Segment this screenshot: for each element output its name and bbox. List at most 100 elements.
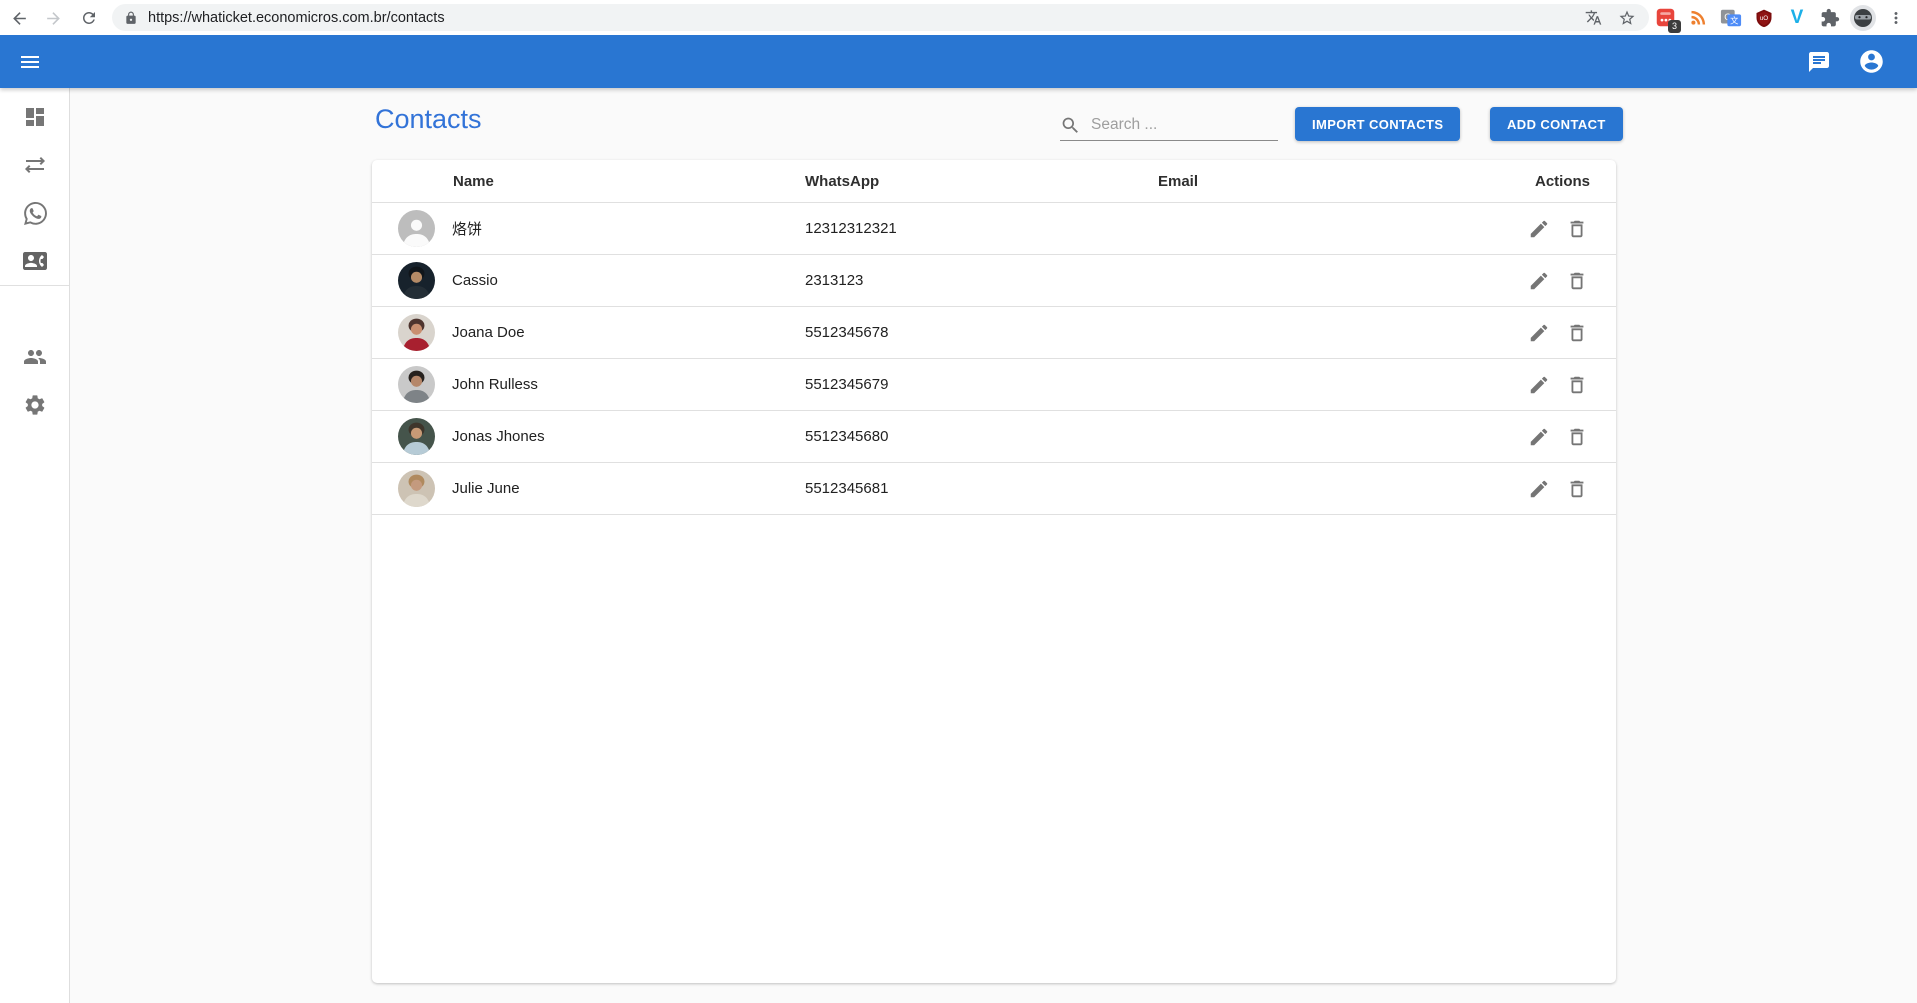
contact-name: Cassio xyxy=(452,272,498,289)
v-extension-icon: V xyxy=(1791,7,1804,29)
sidebar-item-connections[interactable] xyxy=(0,141,70,189)
column-header-name: Name xyxy=(372,173,805,190)
extension-rss-button[interactable] xyxy=(1685,5,1711,31)
contacts-card: Name WhatsApp Email Actions 烙饼 123123123… xyxy=(372,160,1616,983)
profile-avatar-icon xyxy=(1850,5,1876,31)
sidebar-item-users[interactable] xyxy=(0,333,70,381)
dashboard-icon xyxy=(23,105,47,129)
extension-red-button[interactable]: 3 xyxy=(1652,5,1678,31)
contact-whatsapp: 2313123 xyxy=(805,272,1158,289)
delete-contact-button[interactable] xyxy=(1564,372,1590,398)
sidebar-nav xyxy=(0,88,70,1003)
connections-swap-icon xyxy=(23,153,47,177)
edit-contact-button[interactable] xyxy=(1526,372,1552,398)
bookmark-star-button[interactable] xyxy=(1617,8,1637,28)
extension-ublock-button[interactable]: uO xyxy=(1751,5,1777,31)
browser-reload-button[interactable] xyxy=(76,5,102,31)
extension-badge: 3 xyxy=(1668,20,1681,33)
table-body: 烙饼 12312312321 Cassio 23131 xyxy=(372,203,1616,515)
delete-trash-icon xyxy=(1566,478,1588,500)
browser-back-button[interactable] xyxy=(6,5,32,31)
delete-contact-button[interactable] xyxy=(1564,476,1590,502)
contact-name: Joana Doe xyxy=(452,324,525,341)
contact-name: Jonas Jhones xyxy=(452,428,545,445)
page-title: Contacts xyxy=(375,104,482,135)
edit-contact-button[interactable] xyxy=(1526,216,1552,242)
table-row: 烙饼 12312312321 xyxy=(372,203,1616,255)
extensions-puzzle-button[interactable] xyxy=(1817,5,1843,31)
contact-avatar xyxy=(398,210,435,247)
lock-icon xyxy=(124,11,138,25)
users-icon xyxy=(23,345,47,369)
delete-trash-icon xyxy=(1566,374,1588,396)
delete-contact-button[interactable] xyxy=(1564,424,1590,450)
chat-icon xyxy=(1807,50,1831,74)
main-content: Contacts IMPORT CONTACTS ADD CONTACT Nam… xyxy=(70,88,1917,1003)
browser-forward-button[interactable] xyxy=(40,5,66,31)
table-row: Jonas Jhones 5512345680 xyxy=(372,411,1616,463)
address-bar[interactable]: https://whaticket.economicros.com.br/con… xyxy=(112,4,1649,31)
browser-profile-button[interactable] xyxy=(1850,5,1876,31)
table-row: Joana Doe 5512345678 xyxy=(372,307,1616,359)
contact-avatar xyxy=(398,262,435,299)
column-header-email: Email xyxy=(1158,173,1456,190)
translate-page-button[interactable] xyxy=(1583,8,1603,28)
sidebar-item-dashboard[interactable] xyxy=(0,93,70,141)
column-header-actions: Actions xyxy=(1456,173,1616,190)
delete-trash-icon xyxy=(1566,322,1588,344)
sidebar-item-whatsapp[interactable] xyxy=(0,189,70,237)
kebab-menu-icon xyxy=(1887,9,1905,27)
delete-contact-button[interactable] xyxy=(1564,216,1590,242)
edit-contact-button[interactable] xyxy=(1526,424,1552,450)
table-row: John Rulless 5512345679 xyxy=(372,359,1616,411)
edit-contact-button[interactable] xyxy=(1526,268,1552,294)
contact-whatsapp: 5512345679 xyxy=(805,376,1158,393)
contact-whatsapp: 5512345681 xyxy=(805,480,1158,497)
edit-contact-button[interactable] xyxy=(1526,476,1552,502)
edit-pencil-icon xyxy=(1528,322,1550,344)
hamburger-icon xyxy=(18,50,42,74)
extension-v-button[interactable]: V xyxy=(1784,5,1810,31)
table-row: Julie June 5512345681 xyxy=(372,463,1616,515)
arrow-forward-icon xyxy=(44,9,63,28)
import-contacts-button[interactable]: IMPORT CONTACTS xyxy=(1295,107,1460,141)
sidebar-item-settings[interactable] xyxy=(0,381,70,429)
delete-trash-icon xyxy=(1566,426,1588,448)
rss-icon xyxy=(1688,7,1709,28)
menu-hamburger-button[interactable] xyxy=(6,38,54,86)
arrow-back-icon xyxy=(10,9,29,28)
edit-pencil-icon xyxy=(1528,218,1550,240)
contact-whatsapp: 5512345678 xyxy=(805,324,1158,341)
search-icon xyxy=(1060,115,1081,136)
contact-name: 烙饼 xyxy=(452,218,482,239)
contact-avatar xyxy=(398,470,435,507)
settings-gear-icon xyxy=(23,393,47,417)
messages-button[interactable] xyxy=(1795,38,1843,86)
contact-name: John Rulless xyxy=(452,376,538,393)
delete-trash-icon xyxy=(1566,270,1588,292)
account-menu-button[interactable] xyxy=(1847,38,1895,86)
edit-pencil-icon xyxy=(1528,478,1550,500)
contact-name: Julie June xyxy=(452,480,520,497)
edit-pencil-icon xyxy=(1528,426,1550,448)
table-header: Name WhatsApp Email Actions xyxy=(372,160,1616,203)
svg-text:uO: uO xyxy=(1760,15,1768,22)
extension-translate-button[interactable]: G 文 xyxy=(1718,5,1744,31)
contact-whatsapp: 12312312321 xyxy=(805,220,1158,237)
column-header-whatsapp: WhatsApp xyxy=(805,173,1158,190)
delete-contact-button[interactable] xyxy=(1564,268,1590,294)
star-outline-icon xyxy=(1618,9,1636,27)
delete-contact-button[interactable] xyxy=(1564,320,1590,346)
add-contact-button[interactable]: ADD CONTACT xyxy=(1490,107,1623,141)
edit-contact-button[interactable] xyxy=(1526,320,1552,346)
edit-pencil-icon xyxy=(1528,374,1550,396)
browser-toolbar: https://whaticket.economicros.com.br/con… xyxy=(0,0,1917,35)
refresh-icon xyxy=(80,9,98,27)
google-translate-icon: G 文 xyxy=(1720,7,1742,29)
edit-pencil-icon xyxy=(1528,270,1550,292)
search-input[interactable] xyxy=(1091,116,1261,134)
contacts-icon xyxy=(23,249,47,273)
sidebar-item-contacts[interactable] xyxy=(0,237,70,285)
browser-menu-button[interactable] xyxy=(1883,5,1909,31)
contact-whatsapp: 5512345680 xyxy=(805,428,1158,445)
